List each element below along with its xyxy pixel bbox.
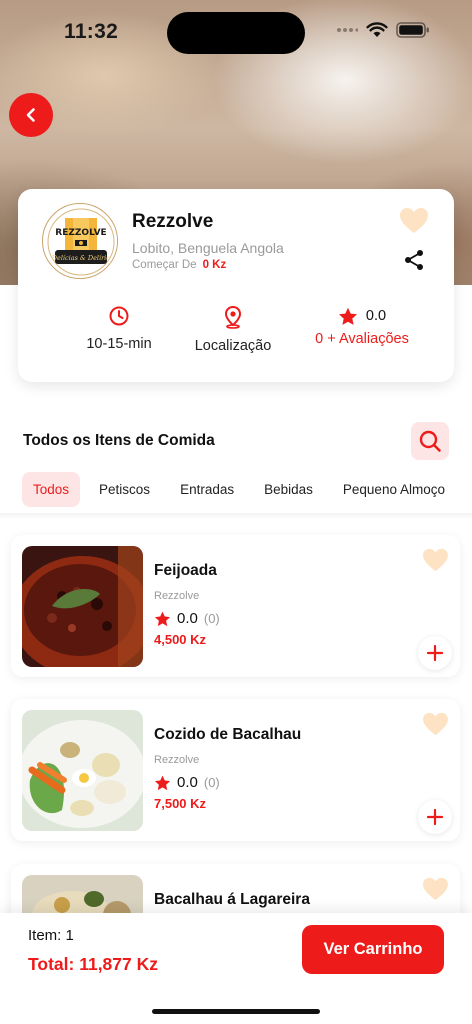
delivery-time-label: 10-15-min	[86, 336, 152, 352]
wifi-icon	[366, 22, 388, 37]
tab-todos[interactable]: Todos	[22, 472, 81, 507]
back-arrow-icon	[26, 108, 35, 122]
heart-icon	[423, 877, 448, 901]
food-name: Cozido de Bacalhau	[154, 726, 302, 743]
search-button[interactable]	[411, 422, 449, 460]
logo-brand-text: REZZOLVE	[55, 228, 106, 238]
dynamic-island	[167, 12, 305, 54]
home-indicator	[152, 1009, 320, 1014]
restaurant-info-card: REZZOLVE Delícias & Delírio Rezzolve Lob…	[18, 189, 454, 382]
category-tabs: Todos Petiscos Entradas Bebidas Pequeno …	[22, 472, 464, 507]
food-rating: 0.0 (0)	[154, 610, 220, 627]
heart-icon	[423, 712, 448, 736]
add-to-cart-button[interactable]	[418, 636, 452, 670]
food-restaurant: Rezzolve	[154, 754, 200, 766]
battery-icon	[396, 22, 429, 38]
restaurant-logo: REZZOLVE Delícias & Delírio	[42, 203, 118, 279]
heart-icon	[423, 548, 448, 572]
food-rating-count: (0)	[203, 775, 220, 790]
tab-bebidas[interactable]: Bebidas	[253, 472, 324, 507]
location-stat[interactable]: Localização	[191, 305, 275, 354]
plus-icon	[426, 644, 444, 662]
food-image-feijoada	[22, 546, 143, 667]
logo-tagline-text: Delícias & Delírio	[51, 254, 110, 262]
share-icon	[405, 250, 423, 270]
favorite-restaurant-button[interactable]	[399, 207, 429, 239]
restaurant-name: Rezzolve	[132, 211, 214, 232]
rating-stat[interactable]: 0.0 0 + Avaliações	[312, 305, 412, 347]
tab-entradas[interactable]: Entradas	[169, 472, 245, 507]
star-icon	[338, 307, 357, 325]
food-item-card[interactable]: Feijoada Rezzolve 0.0 (0) 4,500 Kz	[11, 535, 460, 677]
food-item-card[interactable]: Cozido de Bacalhau Rezzolve 0.0 (0) 7,50…	[11, 699, 460, 841]
status-icons	[336, 22, 430, 38]
start-value: 0 Kz	[202, 259, 227, 271]
tabs-divider	[0, 513, 472, 519]
tab-pequeno-almoco[interactable]: Pequeno Almoço	[332, 472, 456, 507]
star-icon	[154, 775, 171, 790]
reviews-label: 0 + Avaliações	[315, 331, 409, 347]
food-price: 7,500 Kz	[154, 796, 207, 811]
food-name: Bacalhau á Lagareira	[154, 891, 310, 908]
cart-summary-bar: Item: 1 Total: 11,877 Kz Ver Carrinho	[0, 913, 472, 1024]
back-button[interactable]	[9, 93, 53, 137]
food-rating: 0.0 (0)	[154, 774, 220, 791]
location-label: Localização	[194, 338, 272, 354]
status-time: 11:32	[64, 20, 119, 43]
food-price: 4,500 Kz	[154, 632, 207, 647]
search-icon	[419, 430, 441, 452]
start-label: Começar De	[132, 259, 197, 271]
food-image-cozido	[22, 710, 143, 831]
clock-icon	[109, 306, 129, 326]
tab-petiscos[interactable]: Petiscos	[88, 472, 161, 507]
share-button[interactable]	[403, 249, 425, 276]
rating-value: 0.0	[365, 308, 387, 324]
restaurant-start-price: Começar De 0 Kz	[132, 259, 226, 271]
heart-icon	[400, 208, 428, 233]
status-bar: 11:32	[0, 0, 472, 64]
delivery-time-stat: 10-15-min	[84, 305, 154, 352]
signal-icon	[337, 28, 358, 32]
favorite-food-button[interactable]	[422, 548, 449, 577]
food-restaurant: Rezzolve	[154, 590, 200, 602]
favorite-food-button[interactable]	[422, 712, 449, 741]
plus-icon	[426, 808, 444, 826]
restaurant-location: Lobito, Benguela Angola	[132, 240, 284, 256]
food-rating-value: 0.0	[177, 610, 198, 627]
star-icon	[154, 611, 171, 626]
add-to-cart-button[interactable]	[418, 800, 452, 834]
favorite-food-button[interactable]	[422, 877, 449, 906]
cart-total: Total: 11,877 Kz	[28, 954, 159, 974]
food-name: Feijoada	[154, 562, 217, 579]
location-pin-icon	[224, 305, 242, 329]
view-cart-button[interactable]: Ver Carrinho	[302, 925, 444, 974]
food-rating-value: 0.0	[177, 774, 198, 791]
cart-item-count: Item: 1	[28, 927, 74, 944]
section-title: Todos os Itens de Comida	[23, 432, 215, 449]
food-rating-count: (0)	[203, 611, 220, 626]
